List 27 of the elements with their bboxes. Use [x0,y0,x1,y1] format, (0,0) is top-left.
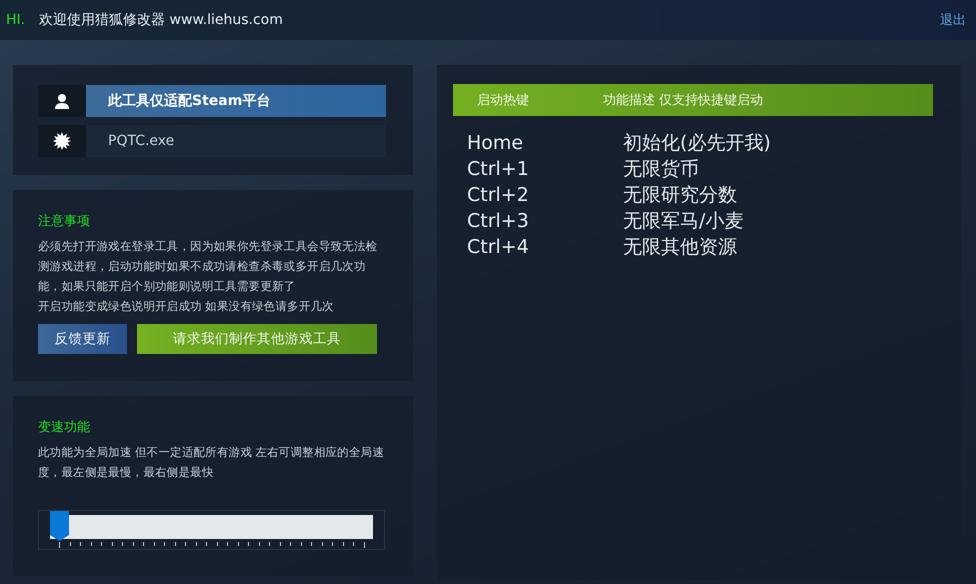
app-title: 欢迎使用猎狐修改器 www.liehus.com [39,11,283,29]
logout-link[interactable]: 退出 [940,11,966,29]
notice-title: 注意事项 [38,213,91,230]
hotkey-cell-text: Ctrl+4 [466,235,530,259]
notice-text: 必须先打开游戏在登录工具，因为如果你先登录工具会导致无法检测游戏进程，启动功能时如果不成功请检查杀毒或多开启几次功能，如果只能开启个别功能则说明工具需要更新了 [38,238,378,295]
greeting: HI. [6,12,26,28]
function-cell-text: 无限货币 [622,157,700,181]
function-cell-text: 无限研究分数 [622,183,738,207]
speed-slider[interactable] [38,510,385,550]
function-cell-text: 无限其他资源 [622,235,738,259]
feedback-button[interactable]: 反馈更新 [38,324,127,354]
hotkey-cell-text: Ctrl+1 [466,157,530,181]
notice-text: 开启功能变成绿色说明开启成功 如果没有绿色请多开几次 [38,298,335,315]
column-header: 功能描述 仅支持快捷键启动 [603,92,764,109]
speed-title: 变速功能 [38,419,91,436]
speed-text: 此功能为全局加速 但不一定适配所有游戏 左右可调整相应的全局速度，最左侧是最慢，最右侧是最快 [38,444,386,481]
hotkey-cell-text: Ctrl+2 [466,183,530,207]
process-name: PQTC.exe [86,125,386,157]
hotkey-cell-text: Ctrl+3 [466,209,530,233]
slider-thumb[interactable] [50,511,69,541]
function-cell-text: 初始化(必先开我) [622,131,772,155]
function-cell-text: 无限军马/小麦 [622,209,744,233]
platform-label: 此工具仅适配Steam平台 [86,85,386,117]
column-header: 启动热键 [476,92,530,109]
gear-icon [38,125,86,157]
user-icon [38,85,86,117]
hotkey-cell-text: Home [466,131,524,155]
